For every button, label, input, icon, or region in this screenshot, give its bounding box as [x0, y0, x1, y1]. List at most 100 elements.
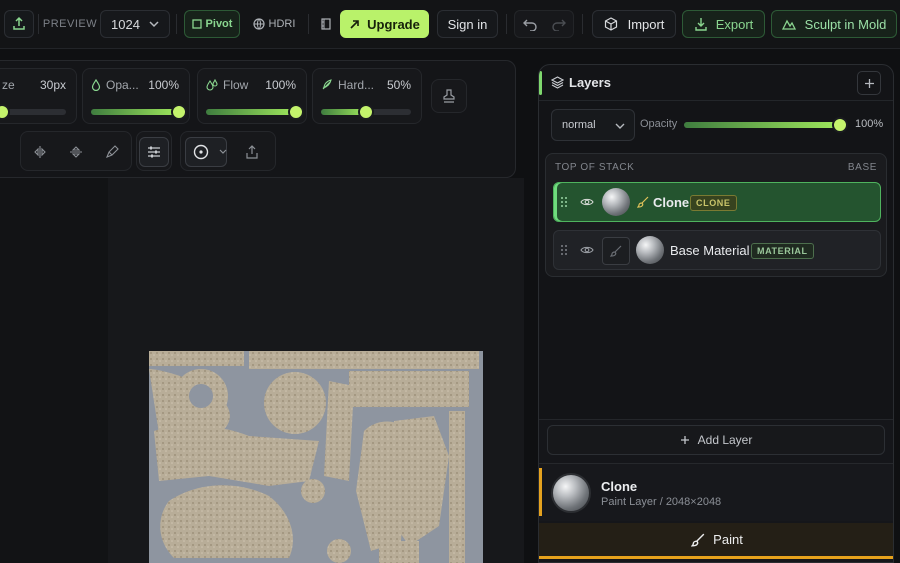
paint-label: Paint: [713, 532, 743, 547]
sculpt-in-mold-button[interactable]: Sculpt in Mold: [771, 10, 897, 38]
brush-icon: [610, 245, 622, 257]
sliders-icon: [148, 146, 160, 158]
flow-knob[interactable]: [288, 104, 304, 120]
flow-value: 100%: [265, 78, 296, 92]
stack-base-label: BASE: [847, 162, 877, 173]
layer-opacity-knob[interactable]: [832, 117, 848, 133]
globe-icon: [252, 18, 265, 30]
mountain-icon: [781, 19, 796, 30]
chevron-down-icon: [149, 21, 159, 28]
layer-row-base-material[interactable]: Base Material MATERIAL: [553, 230, 881, 270]
selected-layer-name: Clone: [601, 479, 638, 494]
visibility-eye-icon[interactable]: [580, 196, 594, 208]
film-icon: [321, 18, 331, 30]
pivot-toggle[interactable]: Pivot: [184, 10, 240, 38]
drag-handle-icon[interactable]: [560, 195, 568, 209]
history-controls: [514, 10, 574, 38]
share-button[interactable]: [237, 137, 267, 167]
feather-icon: [322, 79, 332, 90]
selected-layer-detail: Clone Paint Layer / 2048×2048: [539, 463, 893, 521]
undo-icon[interactable]: [522, 17, 538, 31]
divider: [38, 14, 39, 34]
hardness-knob[interactable]: [358, 104, 374, 120]
flow-name: Flow: [206, 78, 248, 92]
opacity-track[interactable]: [91, 104, 187, 120]
export-button[interactable]: Export: [682, 10, 765, 38]
flow-track[interactable]: [206, 104, 304, 120]
active-accent: [539, 71, 542, 95]
upgrade-label: Upgrade: [367, 16, 420, 32]
size-track[interactable]: [0, 104, 66, 120]
flow-fill: [206, 109, 296, 115]
brush-icon: [637, 196, 649, 208]
layer-opacity-slider[interactable]: [684, 117, 848, 133]
texture-uv-map: [149, 351, 483, 563]
texture-image: [149, 351, 483, 563]
add-layer-icon-button[interactable]: [857, 71, 881, 95]
pen-tool-button[interactable]: [97, 137, 127, 167]
hardness-track[interactable]: [321, 104, 411, 120]
pen-icon: [106, 145, 119, 158]
stack-top-label: TOP OF STACK: [555, 162, 635, 173]
flow-slider[interactable]: Flow 100%: [197, 68, 307, 124]
chevron-down-icon: [615, 123, 625, 129]
redo-icon[interactable]: [551, 17, 567, 31]
hardness-label: Hard...: [338, 78, 375, 92]
layers-icon: [551, 76, 564, 89]
symmetry-tools: [20, 131, 132, 171]
paint-mode-button[interactable]: Paint: [539, 523, 893, 559]
mirror-y-button[interactable]: [61, 137, 91, 167]
resolution-select[interactable]: 1024: [100, 10, 170, 38]
add-layer-button[interactable]: Add Layer: [547, 425, 885, 455]
sculpt-label: Sculpt in Mold: [804, 16, 887, 32]
layers-title: Layers: [569, 75, 611, 90]
opacity-knob[interactable]: [171, 104, 187, 120]
upload-button[interactable]: [4, 10, 34, 38]
opacity-slider[interactable]: Opa... 100%: [82, 68, 190, 124]
layer-thumbnail: [602, 188, 630, 216]
import-button[interactable]: Import: [592, 10, 676, 38]
download-icon: [695, 18, 707, 31]
chevron-down-icon[interactable]: [219, 148, 227, 156]
adjustments-button[interactable]: [139, 137, 169, 167]
layer-name: Clone: [653, 195, 690, 210]
divider: [176, 14, 177, 34]
divider: [506, 14, 507, 34]
upgrade-button[interactable]: Upgrade: [340, 10, 429, 38]
blend-mode-select[interactable]: normal: [551, 109, 635, 141]
brush-icon: [691, 533, 705, 547]
layer-row-clone[interactable]: Clone CLONE: [553, 182, 881, 222]
layer-name: Base Material: [670, 243, 750, 258]
mirror-y-icon: [70, 146, 82, 158]
sign-in-button[interactable]: Sign in: [437, 10, 498, 38]
resolution-value: 1024: [111, 16, 140, 32]
pivot-icon: [191, 19, 202, 29]
layer-mask-slot[interactable]: [602, 237, 630, 265]
layer-stack: TOP OF STACK BASE Clone CLONE Base Mater…: [545, 153, 887, 277]
stamp-button[interactable]: [431, 79, 467, 113]
opacity-fill: [91, 109, 179, 115]
visibility-eye-icon[interactable]: [580, 244, 594, 256]
size-knob[interactable]: [0, 104, 10, 120]
mirror-x-button[interactable]: [25, 137, 55, 167]
upload-icon: [13, 16, 25, 30]
size-slider[interactable]: ze 30px: [0, 68, 77, 124]
hardness-slider[interactable]: Hard... 50%: [312, 68, 422, 124]
flow-label: Flow: [223, 78, 249, 92]
opacity-value: 100%: [148, 78, 179, 92]
adjustments-group: [136, 131, 172, 171]
hdri-toggle[interactable]: HDRI: [248, 10, 300, 38]
opacity-name: Opa...: [91, 78, 139, 92]
opacity-label: Opa...: [106, 78, 139, 92]
export-label: Export: [715, 16, 754, 32]
layer-thumbnail: [636, 236, 664, 264]
drag-handle-icon[interactable]: [560, 243, 568, 257]
preview-label: PREVIEW: [42, 18, 98, 30]
share-icon: [246, 145, 258, 159]
arrow-up-right-icon: [350, 19, 359, 29]
brush-tool-panel: ze 30px Opa... 100% Flow 100% Hard... 50…: [0, 60, 516, 178]
layer-opacity-fill: [684, 122, 840, 128]
film-button[interactable]: [313, 10, 339, 38]
stamp-icon: [443, 89, 455, 103]
hardness-value: 50%: [386, 78, 411, 92]
